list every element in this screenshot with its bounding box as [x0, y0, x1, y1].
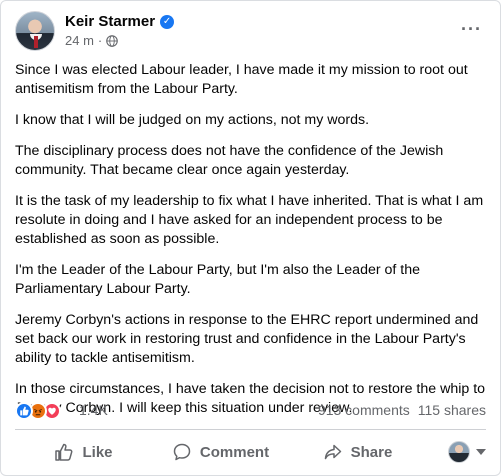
caret-down-icon — [476, 449, 486, 455]
reaction-icons[interactable] — [15, 402, 61, 420]
comment-label: Comment — [199, 443, 270, 461]
verified-badge-icon: ✓ — [160, 14, 175, 29]
post-paragraph: Jeremy Corbyn's actions in response to t… — [15, 312, 479, 366]
share-icon — [324, 444, 341, 460]
share-label: Share — [350, 443, 393, 461]
profile-avatar — [448, 441, 470, 463]
post-paragraph: I'm the Leader of the Labour Party, but … — [15, 262, 421, 297]
post-meta: 24 m · — [65, 33, 119, 48]
thumbs-up-icon — [55, 443, 73, 461]
reaction-count[interactable]: 1.4K — [79, 402, 108, 418]
post-paragraph: The disciplinary process does not have t… — [15, 143, 444, 178]
meta-separator: · — [97, 33, 103, 48]
author-name[interactable]: Keir Starmer — [65, 13, 155, 30]
author-avatar[interactable] — [15, 11, 55, 51]
post-card: Keir Starmer ✓ 24 m · ··· Since I was el… — [0, 0, 501, 476]
comment-button[interactable]: Comment — [152, 434, 289, 470]
actions-divider — [15, 429, 486, 430]
post-timestamp[interactable]: 24 m — [65, 33, 94, 48]
more-options-icon[interactable]: ··· — [461, 19, 482, 40]
author-row: Keir Starmer ✓ — [65, 13, 175, 30]
comment-icon — [173, 443, 191, 461]
post-paragraph: It is the task of my leadership to fix w… — [15, 193, 484, 247]
share-button[interactable]: Share — [289, 434, 426, 470]
reaction-profile-selector[interactable] — [426, 441, 486, 463]
like-button[interactable]: Like — [15, 434, 152, 470]
post-actions: Like Comment Share — [15, 433, 486, 471]
post-body: Since I was elected Labour leader, I hav… — [15, 61, 489, 430]
post-paragraph: I know that I will be judged on my actio… — [15, 112, 370, 128]
comments-shares: 913 comments 115 shares — [318, 402, 486, 418]
globe-icon — [106, 34, 119, 47]
like-label: Like — [82, 443, 113, 461]
share-count[interactable]: 115 shares — [418, 402, 486, 418]
post-paragraph: Since I was elected Labour leader, I hav… — [15, 62, 468, 97]
comment-count[interactable]: 913 comments — [318, 402, 410, 418]
post-header: Keir Starmer ✓ 24 m · ··· — [15, 11, 486, 55]
avatar-tie — [34, 36, 38, 48]
engagement-bar: 1.4K 913 comments 115 shares — [15, 401, 486, 421]
like-reaction-icon — [15, 402, 33, 420]
